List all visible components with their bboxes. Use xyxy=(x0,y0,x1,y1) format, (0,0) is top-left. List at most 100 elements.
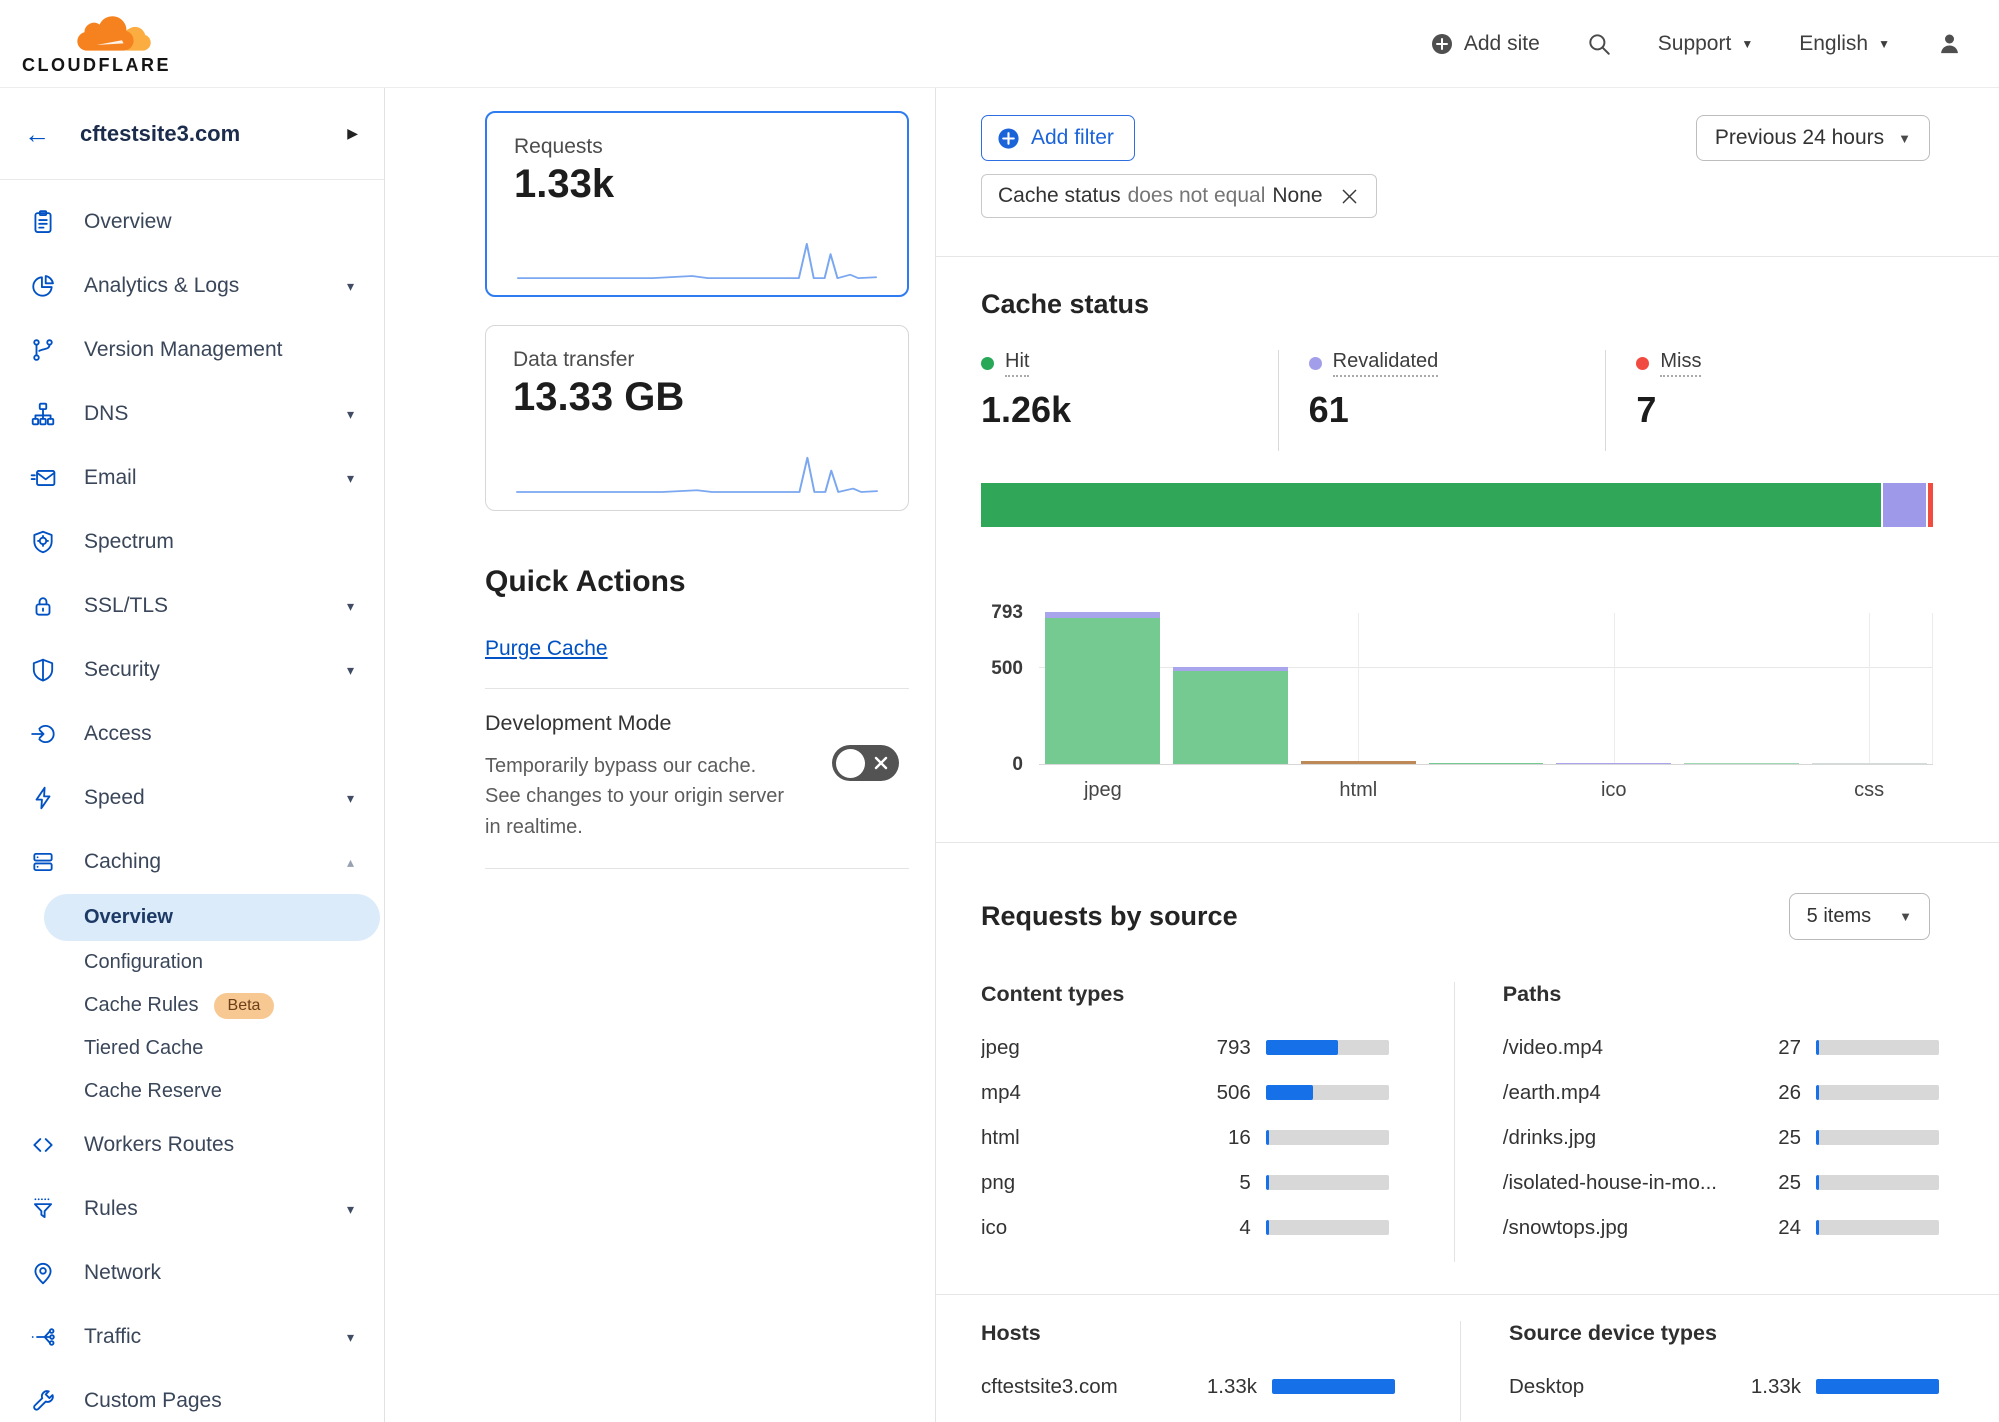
toggle-off-x-icon xyxy=(873,755,889,771)
sidebar-item-traffic[interactable]: Traffic ▾ xyxy=(0,1305,384,1369)
search-icon[interactable] xyxy=(1586,31,1612,57)
sidebar-item-caching[interactable]: Caching ▴ xyxy=(0,830,384,894)
column-chart-plot xyxy=(1039,613,1933,765)
table-row[interactable]: cftestsite3.com 1.33k xyxy=(981,1376,1395,1397)
access-icon xyxy=(30,721,56,747)
back-arrow-icon[interactable]: ← xyxy=(24,121,50,147)
content-types-table: Content types jpeg 793 mp4 506 html 16 xyxy=(981,982,1454,1262)
sidebar-item-speed[interactable]: Speed ▾ xyxy=(0,766,384,830)
sidebar-item-network[interactable]: Network xyxy=(0,1241,384,1305)
requests-card-label: Requests xyxy=(514,135,880,159)
data-transfer-card-label: Data transfer xyxy=(513,348,881,372)
table-row[interactable]: mp4 506 xyxy=(981,1082,1389,1103)
items-count-dropdown[interactable]: 5 items ▼ xyxy=(1789,893,1930,940)
x-axis-labels: jpeghtmlicocss xyxy=(1039,779,1933,802)
chevron-down-icon: ▾ xyxy=(347,278,354,295)
sidebar-subitem-cache-rules[interactable]: Cache Rules Beta xyxy=(0,984,384,1027)
wrench-icon xyxy=(30,1388,56,1414)
purge-cache-link[interactable]: Purge Cache xyxy=(485,637,608,661)
table-row[interactable]: html 16 xyxy=(981,1127,1389,1148)
requests-by-source-header: Requests by source 5 items ▼ xyxy=(936,843,1999,940)
sidebar-nav: Overview Analytics & Logs ▾ Version Mana… xyxy=(0,180,384,1422)
email-icon xyxy=(30,465,56,491)
table-row[interactable]: /video.mp4 27 xyxy=(1503,1037,1939,1058)
requests-metric-card[interactable]: Requests 1.33k xyxy=(485,111,909,297)
chevron-down-icon: ▼ xyxy=(1741,37,1753,51)
chevron-down-icon: ▾ xyxy=(347,598,354,615)
hosts-devices-grid: Hosts cftestsite3.com 1.33k Source devic… xyxy=(936,1321,1999,1421)
progress-track xyxy=(1266,1220,1389,1235)
add-site-button[interactable]: Add site xyxy=(1430,32,1540,56)
source-device-types-table: Source device types Desktop 1.33k xyxy=(1460,1321,1939,1421)
sidebar-item-access[interactable]: Access xyxy=(0,702,384,766)
progress-track xyxy=(1816,1130,1939,1145)
sidebar-subitem-configuration[interactable]: Configuration xyxy=(0,941,384,984)
sidebar-item-analytics-logs[interactable]: Analytics & Logs ▾ xyxy=(0,254,384,318)
stat-revalidated: Revalidated 61 xyxy=(1278,350,1606,451)
paths-table: Paths /video.mp4 27 /earth.mp4 26 /drink… xyxy=(1454,982,1939,1262)
table-row[interactable]: ico 4 xyxy=(981,1217,1389,1238)
sidebar-item-rules[interactable]: Rules ▾ xyxy=(0,1177,384,1241)
development-mode-title: Development Mode xyxy=(485,711,909,736)
progress-track xyxy=(1266,1085,1389,1100)
stacked-segment-revalidated xyxy=(1883,483,1926,527)
table-row[interactable]: Desktop 1.33k xyxy=(1509,1376,1939,1397)
sidebar-subitem-caching-overview[interactable]: Overview xyxy=(44,894,380,941)
user-account-icon[interactable] xyxy=(1936,30,1963,57)
table-row[interactable]: png 5 xyxy=(981,1172,1389,1193)
sidebar-item-workers-routes[interactable]: Workers Routes xyxy=(0,1113,384,1177)
sidebar-item-version-management[interactable]: Version Management xyxy=(0,318,384,382)
development-mode-toggle[interactable] xyxy=(832,745,899,781)
add-filter-button[interactable]: Add filter xyxy=(981,115,1135,161)
y-axis: 793 500 0 xyxy=(981,613,1039,765)
sidebar-subitem-cache-reserve[interactable]: Cache Reserve xyxy=(0,1070,384,1113)
sidebar-item-custom-pages[interactable]: Custom Pages xyxy=(0,1369,384,1422)
revalidated-dot-icon xyxy=(1309,357,1322,370)
plus-circle-icon xyxy=(997,127,1020,150)
dns-icon xyxy=(30,401,56,427)
sidebar-subitem-tiered-cache[interactable]: Tiered Cache xyxy=(0,1027,384,1070)
sidebar-item-overview[interactable]: Overview xyxy=(0,190,384,254)
table-row[interactable]: jpeg 793 xyxy=(981,1037,1389,1058)
data-transfer-metric-card[interactable]: Data transfer 13.33 GB xyxy=(485,325,909,511)
language-label: English xyxy=(1799,32,1868,56)
sidebar-item-ssl-tls[interactable]: SSL/TLS ▾ xyxy=(0,574,384,638)
lightning-icon xyxy=(30,785,56,811)
chart-bar-jpeg xyxy=(1039,613,1167,764)
remove-filter-icon[interactable] xyxy=(1339,186,1360,207)
version-management-icon xyxy=(30,337,56,363)
divider xyxy=(485,688,909,689)
hosts-table: Hosts cftestsite3.com 1.33k xyxy=(981,1321,1460,1421)
top-bar: CLOUDFLARE Add site Support ▼ xyxy=(0,0,1999,88)
divider xyxy=(936,1294,1999,1295)
cache-status-title: Cache status xyxy=(981,289,1933,320)
location-pin-icon xyxy=(30,1260,56,1286)
support-menu[interactable]: Support ▼ xyxy=(1658,32,1753,56)
cloudflare-cloud-icon xyxy=(74,12,154,54)
time-range-dropdown[interactable]: Previous 24 hours ▼ xyxy=(1696,115,1930,161)
chevron-right-icon[interactable]: ▶ xyxy=(347,125,358,142)
sidebar-item-email[interactable]: Email ▾ xyxy=(0,446,384,510)
stacked-segment-miss xyxy=(1928,483,1933,527)
chart-bar-col xyxy=(1422,613,1550,764)
table-row[interactable]: /snowtops.jpg 24 xyxy=(1503,1217,1939,1238)
sidebar-item-dns[interactable]: DNS ▾ xyxy=(0,382,384,446)
progress-track xyxy=(1266,1175,1389,1190)
table-row[interactable]: /drinks.jpg 25 xyxy=(1503,1127,1939,1148)
add-site-label: Add site xyxy=(1464,32,1540,56)
toggle-knob xyxy=(836,749,865,778)
chevron-up-icon: ▴ xyxy=(347,854,354,871)
sidebar-item-spectrum[interactable]: Spectrum xyxy=(0,510,384,574)
sidebar: ← cftestsite3.com ▶ Overview Analytics &… xyxy=(0,88,385,1422)
language-menu[interactable]: English ▼ xyxy=(1799,32,1890,56)
shield-icon xyxy=(30,657,56,683)
table-row[interactable]: /earth.mp4 26 xyxy=(1503,1082,1939,1103)
data-transfer-card-value: 13.33 GB xyxy=(513,375,881,420)
cloudflare-dashboard: CLOUDFLARE Add site Support ▼ xyxy=(0,0,1999,1422)
progress-track xyxy=(1266,1130,1389,1145)
filter-chip-cache-status: Cache status does not equal None xyxy=(981,174,1377,218)
table-row[interactable]: /isolated-house-in-mo... 25 xyxy=(1503,1172,1939,1193)
chevron-down-icon: ▾ xyxy=(347,662,354,679)
cloudflare-logo[interactable]: CLOUDFLARE xyxy=(22,12,192,76)
sidebar-item-security[interactable]: Security ▾ xyxy=(0,638,384,702)
